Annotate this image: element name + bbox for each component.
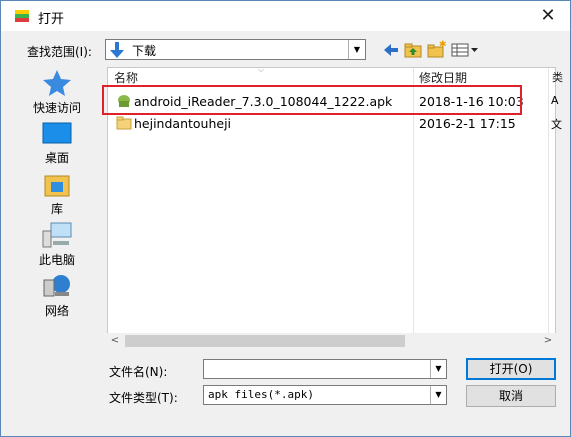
lookin-combobox[interactable]: 下载 ▼	[105, 39, 366, 60]
filename-label: 文件名(N):	[109, 365, 168, 379]
app-icon	[15, 10, 29, 22]
place-library[interactable]: 库	[24, 170, 90, 217]
place-this-pc[interactable]: 此电脑	[24, 221, 90, 268]
column-header-type[interactable]: 类	[552, 68, 563, 88]
lookin-label: 查找范围(I):	[27, 45, 92, 59]
filetype-value: apk files(*.apk)	[208, 388, 314, 401]
close-icon: ✕	[540, 5, 556, 26]
place-label: 库	[50, 202, 63, 216]
filetype-select[interactable]: apk files(*.apk) ▼	[203, 385, 447, 405]
place-label: 此电脑	[38, 253, 75, 267]
folder-icon	[116, 116, 132, 130]
place-quick-access[interactable]: 快速访问	[24, 69, 90, 116]
close-button[interactable]: ✕	[536, 5, 560, 27]
scroll-right-icon[interactable]: >	[540, 333, 556, 349]
svg-text:✱: ✱	[439, 40, 446, 50]
filename-dropdown-button[interactable]: ▼	[430, 360, 446, 378]
filename-field[interactable]: ▼	[203, 359, 447, 379]
file-type: A	[551, 94, 559, 107]
star-icon	[43, 70, 71, 96]
desktop-icon	[42, 122, 72, 144]
lookin-dropdown-button[interactable]: ▼	[348, 40, 365, 59]
file-type: 文	[551, 118, 562, 131]
computer-icon	[42, 222, 72, 248]
place-network[interactable]: 网络	[24, 272, 90, 319]
places-bar: 快速访问 桌面 库 此电脑 网络	[24, 65, 100, 335]
place-label: 快速访问	[32, 101, 81, 115]
file-row[interactable]: hejindantouheji 2016-2-1 17:15 文	[108, 113, 562, 133]
place-desktop[interactable]: 桌面	[24, 121, 90, 166]
new-folder-icon[interactable]: ✱	[426, 40, 446, 60]
network-icon	[43, 275, 70, 297]
file-date: 2016-2-1 17:15	[419, 116, 516, 131]
file-name: hejindantouheji	[134, 116, 232, 131]
lookin-value: 下载	[132, 44, 157, 58]
down-arrow-icon	[110, 42, 124, 58]
highlight-annotation	[102, 85, 522, 115]
scrollbar-thumb[interactable]	[125, 335, 405, 347]
sort-caret-icon: ⌵	[258, 65, 265, 74]
horizontal-scrollbar[interactable]: < >	[107, 333, 556, 349]
place-label: 网络	[44, 304, 69, 318]
open-button[interactable]: 打开(O)	[466, 358, 556, 380]
place-label: 桌面	[44, 151, 69, 165]
back-icon[interactable]	[381, 40, 401, 60]
library-icon	[44, 175, 70, 197]
window-title: 打开	[38, 12, 65, 27]
up-folder-icon[interactable]	[403, 40, 423, 60]
filetype-dropdown-button[interactable]: ▼	[430, 386, 446, 404]
title-bar[interactable]: 打开 ✕	[1, 1, 570, 31]
view-menu-icon[interactable]	[450, 40, 480, 60]
cancel-button[interactable]: 取消	[466, 385, 556, 407]
scroll-left-icon[interactable]: <	[107, 333, 123, 349]
filetype-label: 文件类型(T):	[109, 391, 178, 405]
